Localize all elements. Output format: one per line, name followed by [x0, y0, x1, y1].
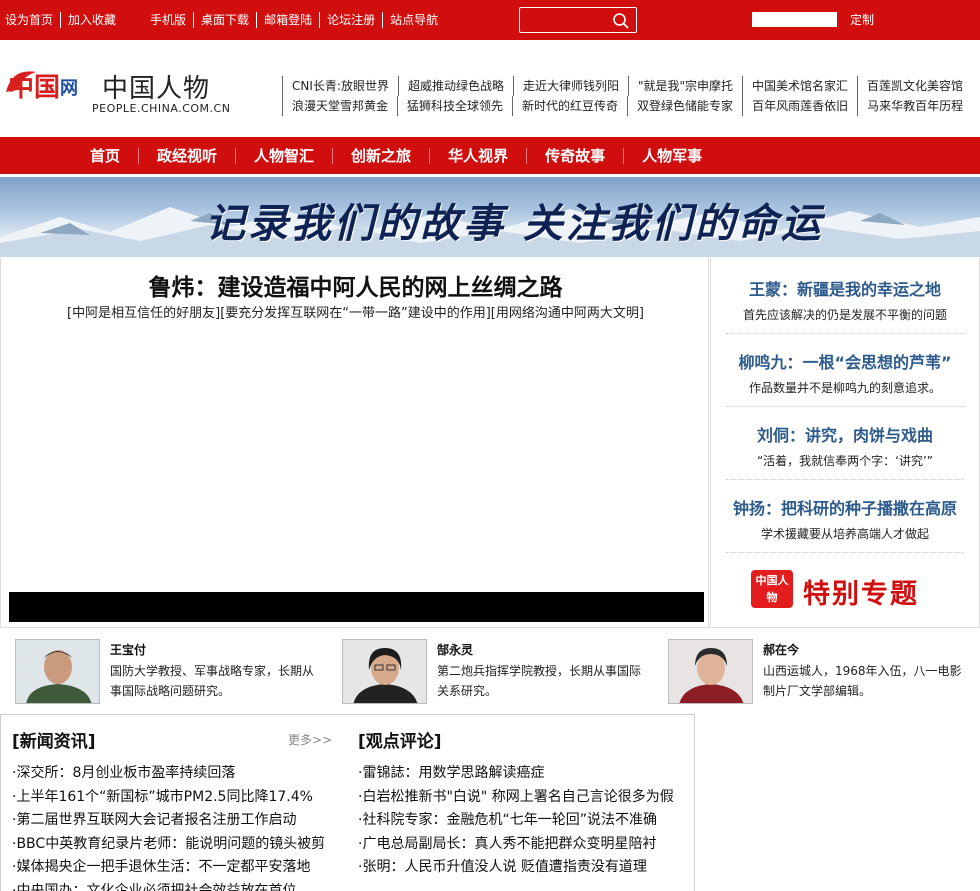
header-link[interactable]: 新时代的红豆传奇	[512, 96, 627, 116]
person-portrait-icon	[16, 640, 99, 703]
svg-text:中国: 中国	[8, 73, 60, 103]
person-name[interactable]: 郝在今	[763, 641, 799, 658]
add-favorite-link[interactable]: 加入收藏	[60, 12, 123, 28]
custom-input[interactable]	[752, 12, 837, 27]
special-topic-link[interactable]: 中国人物 特别专题	[751, 568, 936, 610]
forum-register-link[interactable]: 论坛注册	[319, 12, 382, 28]
person-photo[interactable]	[342, 639, 427, 704]
person-portrait-icon	[669, 640, 752, 703]
header-links-row: 浪漫天堂雪邦黄金 猛狮科技全球领先 新时代的红豆传奇 双登绿色储能专家 百年风雨…	[282, 96, 980, 116]
opinion-item[interactable]: ·广电总局副局长：真人秀不能把群众变明星陪衬	[358, 833, 688, 857]
person-photo[interactable]	[15, 639, 100, 704]
nav-item-innovation[interactable]: 创新之旅	[332, 147, 429, 164]
person-name[interactable]: 郜永灵	[437, 641, 473, 658]
header-link[interactable]: 双登绿色储能专家	[627, 96, 742, 116]
mobile-version-link[interactable]: 手机版	[143, 12, 193, 28]
video-caption-bar	[9, 592, 704, 622]
banner-slogan: 记录我们的故事 关注我们的命运	[205, 200, 824, 247]
sidebar-story-title[interactable]: 刘侗：讲究，肉饼与戏曲	[726, 422, 964, 446]
custom-button[interactable]: 定制	[850, 12, 874, 28]
site-title: 中国人物	[102, 74, 211, 104]
header-link[interactable]: 超威推动绿色战略	[397, 76, 513, 96]
main-headline[interactable]: 鲁炜：建设造福中阿人民的网上丝绸之路	[1, 268, 710, 302]
news-item[interactable]: ·第二届世界互联网大会记者报名注册工作启动	[12, 809, 332, 833]
nav-item-people-wisdom[interactable]: 人物智汇	[235, 147, 332, 164]
opinion-item[interactable]: ·社科院专家：金融危机“七年一轮回”说法不准确	[358, 809, 688, 833]
header-link[interactable]: 猛狮科技全球领先	[397, 96, 512, 116]
header-link[interactable]: 浪漫天堂雪邦黄金	[282, 96, 397, 116]
sidebar-story-title[interactable]: 柳鸣九：一根“会思想的芦苇”	[726, 349, 964, 373]
header-sponsor-links: CNI长青:放眼世界 超威推动绿色战略 走近大律师钱列阳 "就是我"宗申摩托 中…	[282, 76, 980, 116]
person-name[interactable]: 王宝付	[110, 641, 146, 658]
news-more-link[interactable]: 更多>>	[288, 731, 332, 748]
news-item[interactable]: ·中央国办：文化企业必须把社会效益放在首位	[12, 880, 332, 891]
person-portrait-icon	[343, 640, 426, 703]
opinion-item[interactable]: ·张明：人民币升值没人说 贬值遭指责没有道理	[358, 856, 688, 880]
news-item[interactable]: ·上半年161个“新国标”城市PM2.5同比降17.4%	[12, 786, 332, 810]
nav-item-people-military[interactable]: 人物军事	[623, 147, 720, 164]
sidebar-story[interactable]: 柳鸣九：一根“会思想的芦苇” 作品数量并不是柳鸣九的刻意追求。	[726, 349, 964, 407]
main-nav: 首页 政经视听 人物智汇 创新之旅 华人视界 传奇故事 人物军事	[0, 137, 980, 174]
header-link[interactable]: 走近大律师钱列阳	[512, 76, 628, 96]
top-bar: 设为首页 加入收藏 手机版 桌面下载 邮箱登陆 论坛注册 站点导航 定制	[0, 0, 980, 40]
opinion-title[interactable]: [观点评论]	[358, 727, 688, 752]
china-net-logo-icon: 中国 网	[6, 71, 78, 103]
special-topic-badge: 中国人物	[751, 570, 793, 608]
person-desc: 山西运城人，1968年入伍，八一电影制片厂文学部编辑。	[763, 664, 962, 698]
opinion-column: [观点评论] ·雷锦誌：用数学思路解读癌症 ·白岩松推新书"白说" 称网上署名自…	[358, 727, 688, 880]
sidebar-story-title[interactable]: 王蒙：新疆是我的幸运之地	[726, 276, 964, 300]
feature-sidebar: 王蒙：新疆是我的幸运之地 首先应该解决的仍是发展不平衡的问题 柳鸣九：一根“会思…	[710, 258, 980, 628]
site-nav-link[interactable]: 站点导航	[382, 12, 445, 28]
desktop-download-link[interactable]: 桌面下载	[193, 12, 256, 28]
person-desc: 国防大学教授、军事战略专家，长期从事国际战略问题研究。	[110, 664, 315, 698]
person-desc: 第二炮兵指挥学院教授，长期从事国际关系研究。	[437, 664, 642, 698]
sidebar-story[interactable]: 钟扬：把科研的种子播撒在高原 学术援藏要从培养高端人才做起	[726, 495, 964, 553]
banner: 记录我们的故事 关注我们的命运	[0, 177, 980, 257]
opinion-item[interactable]: ·白岩松推新书"白说" 称网上署名自己言论很多为假	[358, 786, 688, 810]
svg-text:网: 网	[60, 78, 78, 99]
header-link[interactable]: "就是我"宗申摩托	[627, 76, 742, 96]
news-item[interactable]: ·BBC中英教育纪录片老师：能说明问题的镜头被剪	[12, 833, 332, 857]
news-column: [新闻资讯] 更多>> ·深交所：8月创业板市盈率持续回落 ·上半年161个“新…	[12, 727, 332, 891]
site-domain: PEOPLE.CHINA.COM.CN	[92, 102, 231, 115]
header-link[interactable]: 马来华教百年历程	[857, 96, 972, 116]
sidebar-story-desc: 作品数量并不是柳鸣九的刻意追求。	[748, 381, 941, 395]
search-icon[interactable]	[612, 12, 630, 30]
header-link[interactable]: 百年风雨莲香依旧	[742, 96, 857, 116]
nav-item-legend-stories[interactable]: 传奇故事	[526, 147, 623, 164]
sidebar-story-desc: “活着，我就信奉两个字：‘讲究’”	[756, 454, 934, 468]
header-links-row: CNI长青:放眼世界 超威推动绿色战略 走近大律师钱列阳 "就是我"宗申摩托 中…	[282, 76, 980, 96]
header-link[interactable]: 百莲凯文化美容馆	[857, 76, 972, 96]
news-item[interactable]: ·媒体揭央企一把手退休生活：不一定都平安落地	[12, 856, 332, 880]
top-links: 设为首页 加入收藏 手机版 桌面下载 邮箱登陆 论坛注册 站点导航	[0, 12, 445, 28]
news-section: [新闻资讯] 更多>> ·深交所：8月创业板市盈率持续回落 ·上半年161个“新…	[0, 714, 695, 891]
nav-item-politics-video[interactable]: 政经视听	[138, 147, 235, 164]
sidebar-story-desc: 首先应该解决的仍是发展不平衡的问题	[742, 308, 947, 322]
special-topic-label: 特别专题	[803, 579, 919, 610]
header-link[interactable]: 中国美术馆名家汇	[742, 76, 857, 96]
site-logo[interactable]: 中国 网 中国人物 PEOPLE.CHINA.COM.CN	[2, 58, 232, 118]
sidebar-story-title[interactable]: 钟扬：把科研的种子播撒在高原	[726, 495, 964, 519]
header-link[interactable]: CNI长青:放眼世界	[282, 76, 398, 96]
set-homepage-link[interactable]: 设为首页	[0, 12, 60, 28]
main-feature: 鲁炜：建设造福中阿人民的网上丝绸之路 [中阿是相互信任的好朋友][要充分发挥互联…	[0, 258, 709, 628]
opinion-item[interactable]: ·雷锦誌：用数学思路解读癌症	[358, 762, 688, 786]
headline-related-links[interactable]: [中阿是相互信任的好朋友][要充分发挥互联网在“一带一路”建设中的作用][用网络…	[1, 302, 710, 321]
nav-item-home[interactable]: 首页	[72, 148, 138, 164]
news-item[interactable]: ·深交所：8月创业板市盈率持续回落	[12, 762, 332, 786]
sidebar-story[interactable]: 王蒙：新疆是我的幸运之地 首先应该解决的仍是发展不平衡的问题	[726, 276, 964, 334]
sidebar-story[interactable]: 刘侗：讲究，肉饼与戏曲 “活着，我就信奉两个字：‘讲究’”	[726, 422, 964, 480]
search-input[interactable]	[519, 7, 637, 33]
sidebar-story-desc: 学术援藏要从培养高端人才做起	[760, 527, 929, 541]
email-login-link[interactable]: 邮箱登陆	[256, 12, 319, 28]
nav-item-chinese-vision[interactable]: 华人视界	[429, 147, 526, 164]
person-photo[interactable]	[668, 639, 753, 704]
news-title[interactable]: [新闻资讯]	[12, 727, 332, 752]
